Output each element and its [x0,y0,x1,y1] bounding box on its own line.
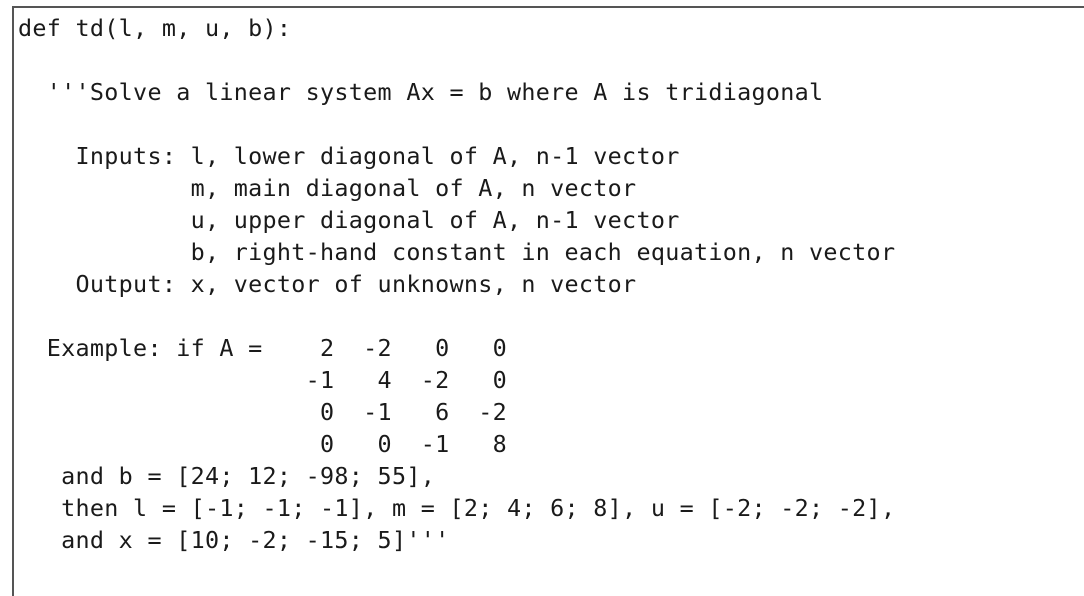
code-line-b-vector: and b = [24; 12; -98; 55], [18,462,436,490]
code-line-matrix-row-1: Example: if A = 2 -2 0 0 [18,334,507,362]
code-line-inputs-b: b, right-hand constant in each equation,… [18,238,896,266]
code-line-docstring-start: '''Solve a linear system Ax = b where A … [18,78,824,106]
code-line-output: Output: x, vector of unknowns, n vector [18,270,637,298]
code-line-matrix-row-4: 0 0 -1 8 [18,430,507,458]
code-line-inputs-l: Inputs: l, lower diagonal of A, n-1 vect… [18,142,680,170]
code-line-def: def td(l, m, u, b): [18,14,292,42]
code-line-matrix-row-2: -1 4 -2 0 [18,366,507,394]
code-line-inputs-u: u, upper diagonal of A, n-1 vector [18,206,680,234]
code-line-inputs-m: m, main diagonal of A, n vector [18,174,637,202]
code-line-x-vector: and x = [10; -2; -15; 5]''' [18,526,450,554]
code-line-diagonals: then l = [-1; -1; -1], m = [2; 4; 6; 8],… [18,494,896,522]
code-block[interactable]: def td(l, m, u, b): '''Solve a linear sy… [18,12,895,556]
code-line-matrix-row-3: 0 -1 6 -2 [18,398,507,426]
